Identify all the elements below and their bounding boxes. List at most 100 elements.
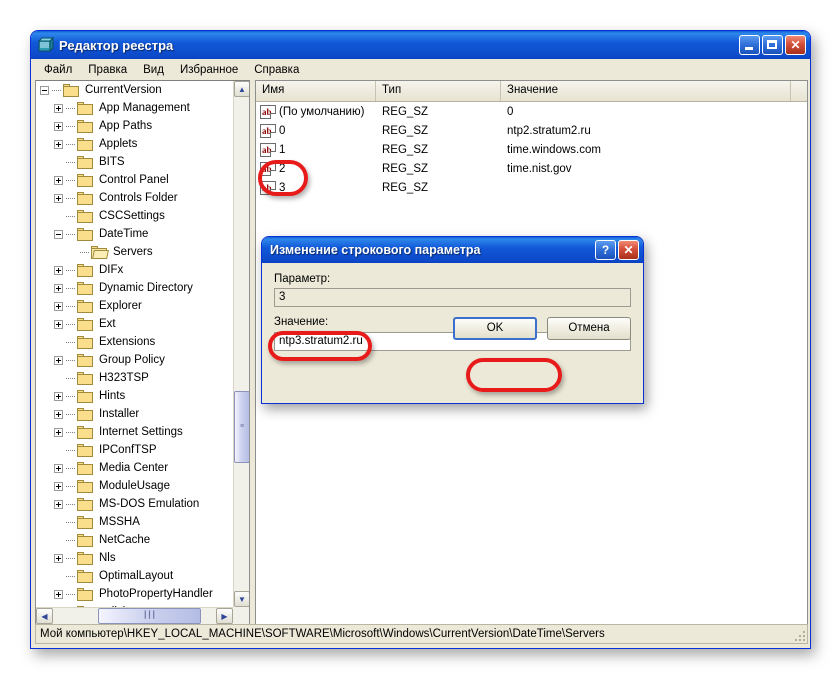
tree-expander-icon[interactable]	[54, 103, 63, 113]
tree-item[interactable]: Ext	[36, 315, 233, 333]
tree-item[interactable]: App Paths	[36, 117, 233, 135]
maximize-button[interactable]	[762, 35, 783, 55]
dialog-buttons: OK Отмена	[453, 316, 631, 340]
cancel-button[interactable]: Отмена	[547, 316, 631, 340]
menu-item-view[interactable]: Вид	[135, 62, 172, 78]
tree-item[interactable]: DateTime	[36, 225, 233, 243]
tree-item[interactable]: H323TSP	[36, 369, 233, 387]
tree-expander-icon[interactable]	[54, 175, 63, 185]
tree-item[interactable]: Internet Settings	[36, 423, 233, 441]
tree-item-label: Servers	[113, 246, 153, 258]
column-header-type[interactable]: Тип	[376, 81, 501, 101]
tree-item[interactable]: Nls	[36, 549, 233, 567]
registry-tree-pane[interactable]: CurrentVersion App Management App Paths App…	[35, 80, 250, 625]
scroll-down-button[interactable]: ▼	[234, 591, 249, 607]
table-row[interactable]: ab 0 REG_SZ ntp2.stratum2.ru	[256, 121, 807, 140]
menu-item-edit[interactable]: Правка	[80, 62, 135, 78]
tree-expander-icon[interactable]	[54, 319, 63, 329]
tree-item[interactable]: Hints	[36, 387, 233, 405]
tree-item-label: CurrentVersion	[85, 84, 162, 96]
value-type-cell: REG_SZ	[382, 181, 429, 194]
table-row[interactable]: ab 1 REG_SZ time.windows.com	[256, 140, 807, 159]
resize-grip[interactable]	[793, 629, 805, 641]
tree-item[interactable]: Control Panel	[36, 171, 233, 189]
tree-line	[66, 341, 75, 343]
tree-expander-icon[interactable]	[54, 265, 63, 275]
tree-expander-icon[interactable]	[54, 589, 63, 599]
string-value-icon: ab	[260, 161, 276, 176]
tree-item[interactable]: Applets	[36, 135, 233, 153]
tree-horizontal-scrollbar[interactable]: ◀ ┃┃┃ ▶	[36, 607, 233, 624]
tree-item[interactable]: NetCache	[36, 531, 233, 549]
tree-line	[66, 143, 75, 145]
tree-expander-icon[interactable]	[54, 139, 63, 149]
tree-item[interactable]: IPConfTSP	[36, 441, 233, 459]
tree-item[interactable]: Extensions	[36, 333, 233, 351]
tree-item[interactable]: DIFx	[36, 261, 233, 279]
ok-button[interactable]: OK	[453, 316, 537, 340]
table-row[interactable]: ab 2 REG_SZ time.nist.gov	[256, 159, 807, 178]
tree-item[interactable]: Controls Folder	[36, 189, 233, 207]
tree-expander-icon[interactable]	[54, 283, 63, 293]
tree-line	[80, 251, 89, 253]
tree-expander-icon[interactable]	[54, 391, 63, 401]
tree-item-label: App Paths	[99, 120, 153, 132]
tree-expander-icon[interactable]	[54, 301, 63, 311]
tree-expander-icon[interactable]	[54, 481, 63, 491]
value-name-label: 1	[279, 143, 286, 156]
table-row[interactable]: ab (По умолчанию) REG_SZ 0	[256, 102, 807, 121]
dialog-close-icon[interactable]: ✕	[618, 240, 639, 260]
tree-item-label: DateTime	[99, 228, 149, 240]
tree-item[interactable]: PhotoPropertyHandler	[36, 585, 233, 603]
scroll-left-button[interactable]: ◀	[36, 608, 53, 624]
folder-icon	[77, 533, 93, 547]
tree-item[interactable]: Media Center	[36, 459, 233, 477]
scroll-right-button[interactable]: ▶	[216, 608, 233, 624]
value-name-cell: ab 3	[256, 180, 376, 195]
vertical-scroll-thumb[interactable]: ≡	[234, 391, 249, 463]
column-header-name[interactable]: Имя	[256, 81, 376, 101]
tree-line	[66, 233, 75, 235]
scroll-up-button[interactable]: ▲	[234, 81, 249, 97]
tree-item[interactable]: ModuleUsage	[36, 477, 233, 495]
tree-item[interactable]: MSSHA	[36, 513, 233, 531]
tree-expander-icon[interactable]	[54, 355, 63, 365]
tree-leaf-marker	[68, 248, 77, 257]
tree-expander-icon[interactable]	[54, 193, 63, 203]
tree-item[interactable]: Explorer	[36, 297, 233, 315]
tree-item[interactable]: Group Policy	[36, 351, 233, 369]
menu-item-help[interactable]: Справка	[246, 62, 307, 78]
tree-expander-icon[interactable]	[54, 463, 63, 473]
value-name-cell: ab 1	[256, 142, 376, 157]
tree-item-label: Dynamic Directory	[99, 282, 193, 294]
tree-expander-icon[interactable]	[54, 499, 63, 509]
close-icon[interactable]: ✕	[785, 35, 806, 55]
tree-item[interactable]: OptimalLayout	[36, 567, 233, 585]
tree-line	[66, 521, 75, 523]
tree-expander-icon[interactable]	[40, 85, 49, 95]
tree-item[interactable]: CurrentVersion	[36, 81, 233, 99]
menu-item-file[interactable]: Файл	[36, 62, 80, 78]
help-icon[interactable]: ?	[595, 240, 616, 260]
tree-item[interactable]: Dynamic Directory	[36, 279, 233, 297]
column-header-value[interactable]: Значение	[501, 81, 791, 101]
tree-item[interactable]: BITS	[36, 153, 233, 171]
tree-item[interactable]: MS-DOS Emulation	[36, 495, 233, 513]
menu-item-favorites[interactable]: Избранное	[172, 62, 246, 78]
tree-item[interactable]: CSCSettings	[36, 207, 233, 225]
table-row[interactable]: ab 3 REG_SZ	[256, 178, 807, 197]
horizontal-scroll-thumb[interactable]: ┃┃┃	[98, 608, 201, 624]
tree-item[interactable]: Installer	[36, 405, 233, 423]
registry-tree[interactable]: CurrentVersion App Management App Paths App…	[36, 81, 233, 607]
tree-vertical-scrollbar[interactable]: ▲ ≡ ▼	[233, 81, 249, 607]
tree-item[interactable]: App Management	[36, 99, 233, 117]
tree-expander-icon[interactable]	[54, 553, 63, 563]
tree-expander-icon[interactable]	[54, 121, 63, 131]
tree-expander-icon[interactable]	[54, 409, 63, 419]
value-data-cell: time.windows.com	[507, 143, 601, 156]
tree-item[interactable]: Servers	[36, 243, 233, 261]
tree-expander-icon[interactable]	[54, 229, 63, 239]
folder-icon	[77, 155, 93, 169]
minimize-button[interactable]	[739, 35, 760, 55]
tree-expander-icon[interactable]	[54, 427, 63, 437]
